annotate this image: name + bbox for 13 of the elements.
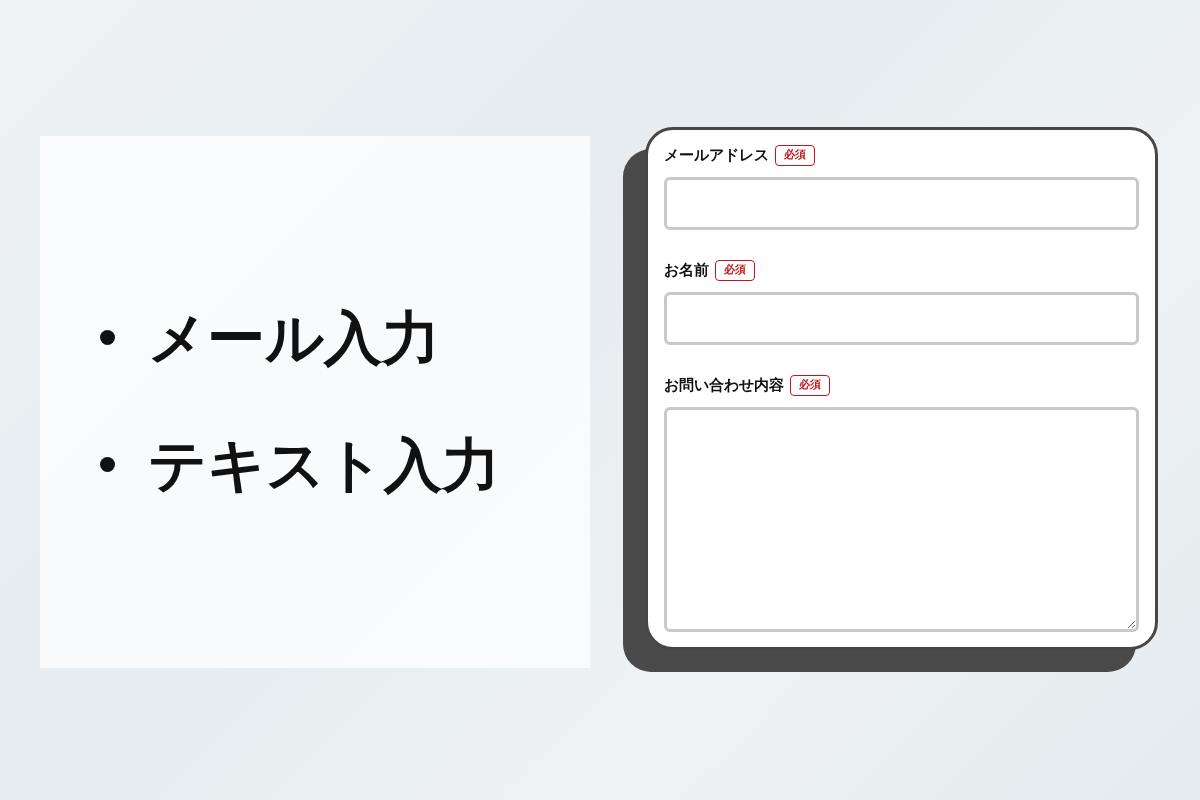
bullet-icon	[100, 330, 115, 345]
bullet-text: メール入力	[148, 303, 440, 372]
bullet-text: テキスト入力	[148, 430, 500, 499]
field-label: お問い合わせ内容	[664, 375, 784, 395]
textarea-field[interactable]	[664, 407, 1139, 632]
bullet-icon	[100, 457, 115, 472]
field-label: お名前	[664, 260, 709, 280]
required-badge: 必須	[715, 259, 755, 281]
required-badge: 必須	[775, 144, 815, 166]
required-badge: 必須	[790, 374, 830, 396]
input-field[interactable]	[664, 292, 1139, 345]
field-label: メールアドレス	[664, 145, 769, 165]
input-field[interactable]	[664, 177, 1139, 230]
